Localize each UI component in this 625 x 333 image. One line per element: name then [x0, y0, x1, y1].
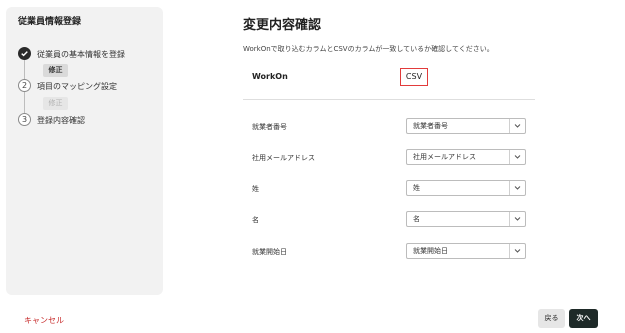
cancel-link[interactable]: キャンセル: [24, 315, 64, 326]
step-2-number: 2: [18, 79, 31, 92]
select-start-date[interactable]: 就業開始日: [406, 243, 526, 259]
sidebar: 従業員情報登録 従業員の基本情報を登録 修正 2 項目のマッピング設定 修正 3…: [6, 7, 163, 295]
row-label-first-name: 名: [252, 216, 259, 224]
row-label-employee-number: 就業者番号: [252, 123, 287, 131]
select-separator: [509, 150, 510, 164]
select-company-email[interactable]: 社用メールアドレス: [406, 149, 526, 165]
workon-column-header: WorkOn: [252, 72, 288, 81]
header-divider: [243, 99, 535, 100]
page-description: WorkOnで取り込むカラムとCSVのカラムが一致しているか確認してください。: [243, 45, 494, 53]
select-value: 姓: [413, 184, 420, 192]
select-separator: [509, 244, 510, 258]
sidebar-title: 従業員情報登録: [18, 17, 82, 27]
step-1-fix-button[interactable]: 修正: [43, 64, 68, 77]
chevron-down-icon: [514, 124, 521, 128]
step-2-fix-button[interactable]: 修正: [43, 97, 68, 110]
row-label-last-name: 姓: [252, 185, 259, 193]
step-3-number: 3: [18, 113, 31, 126]
page-title: 変更内容確認: [243, 18, 322, 33]
back-button[interactable]: 戻る: [538, 309, 565, 328]
select-employee-number[interactable]: 就業者番号: [406, 118, 526, 134]
select-value: 社用メールアドレス: [413, 153, 476, 161]
step-1-label: 従業員の基本情報を登録: [37, 50, 125, 59]
row-label-start-date: 就業開始日: [252, 248, 287, 256]
select-separator: [509, 212, 510, 226]
select-value: 就業者番号: [413, 122, 448, 130]
chevron-down-icon: [514, 249, 521, 253]
row-label-company-email: 社用メールアドレス: [252, 154, 315, 162]
csv-column-header: CSV: [400, 68, 428, 86]
select-value: 名: [413, 215, 420, 223]
select-value: 就業開始日: [413, 247, 448, 255]
select-separator: [509, 119, 510, 133]
select-first-name[interactable]: 名: [406, 211, 526, 227]
step-1-check-icon: [18, 47, 31, 60]
chevron-down-icon: [514, 186, 521, 190]
select-last-name[interactable]: 姓: [406, 180, 526, 196]
step-3-label: 登録内容確認: [37, 116, 85, 125]
chevron-down-icon: [514, 217, 521, 221]
step-2-label: 項目のマッピング設定: [37, 82, 117, 91]
next-button[interactable]: 次へ: [569, 309, 598, 328]
select-separator: [509, 181, 510, 195]
chevron-down-icon: [514, 155, 521, 159]
